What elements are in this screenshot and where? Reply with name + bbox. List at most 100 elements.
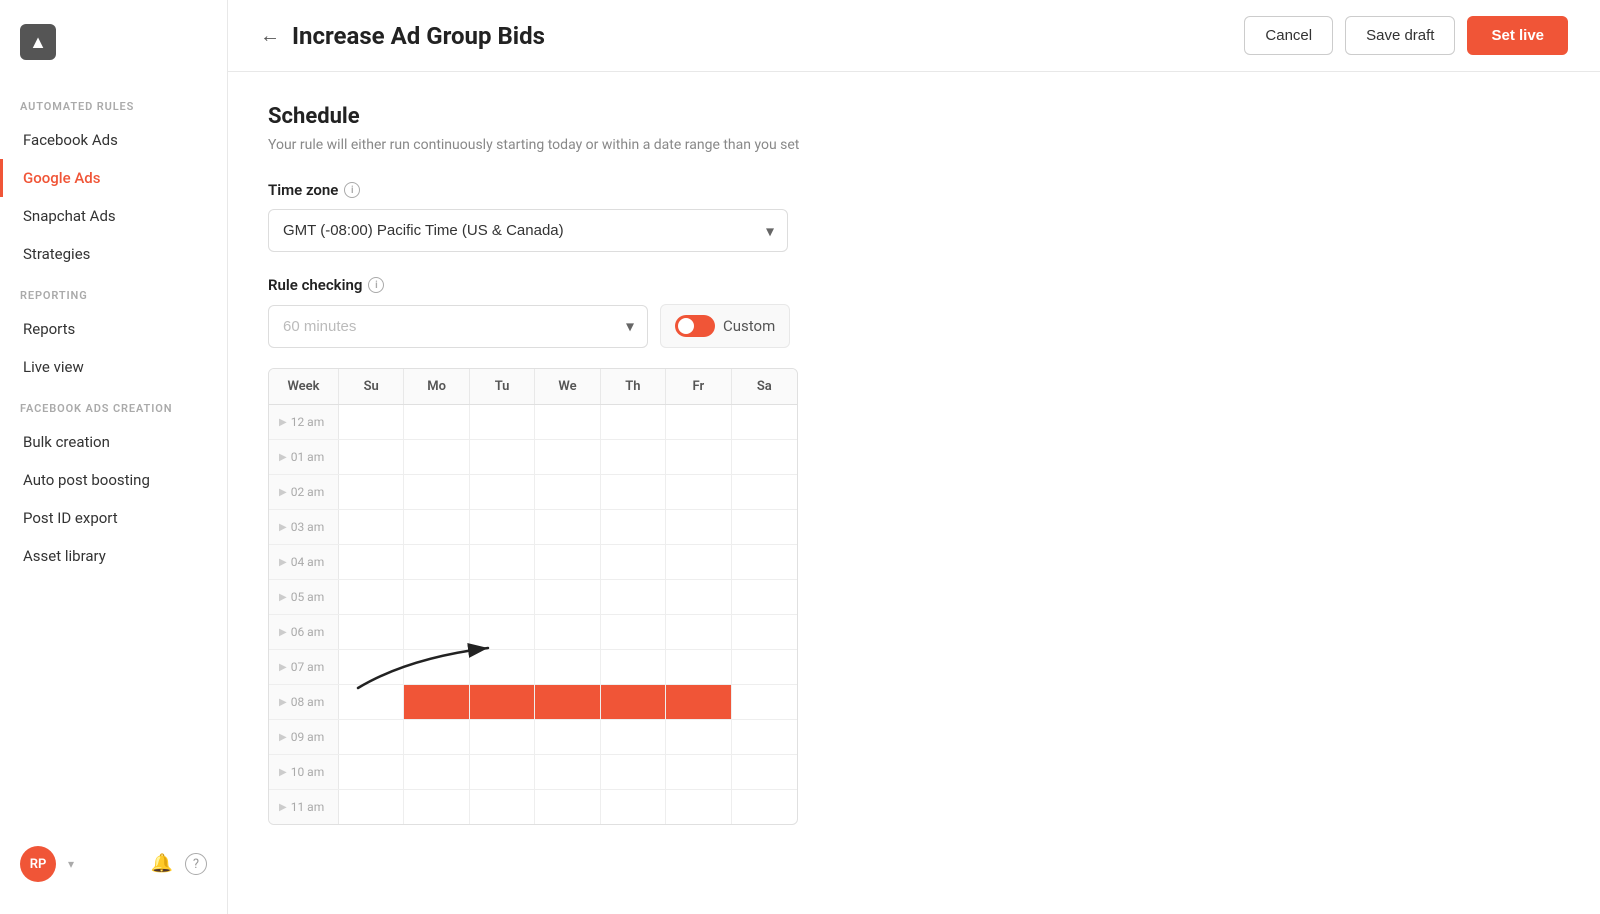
cell-01am-mo[interactable] (404, 440, 469, 474)
cell-09am-tu[interactable] (470, 720, 535, 754)
sidebar-item-asset-library[interactable]: Asset library (0, 537, 227, 575)
cell-07am-sa[interactable] (732, 650, 797, 684)
cell-03am-fr[interactable] (666, 510, 731, 544)
cell-11am-mo[interactable] (404, 790, 469, 824)
cell-04am-th[interactable] (601, 545, 666, 579)
cell-09am-fr[interactable] (666, 720, 731, 754)
cell-04am-tu[interactable] (470, 545, 535, 579)
cell-03am-sa[interactable] (732, 510, 797, 544)
avatar[interactable]: RP (20, 846, 56, 882)
cell-12am-sa[interactable] (732, 405, 797, 439)
cell-02am-sa[interactable] (732, 475, 797, 509)
cell-05am-sa[interactable] (732, 580, 797, 614)
cell-03am-tu[interactable] (470, 510, 535, 544)
cell-08am-su[interactable] (339, 685, 404, 719)
cell-11am-sa[interactable] (732, 790, 797, 824)
cell-02am-su[interactable] (339, 475, 404, 509)
cell-11am-su[interactable] (339, 790, 404, 824)
custom-toggle[interactable] (675, 315, 715, 337)
cell-04am-su[interactable] (339, 545, 404, 579)
cell-12am-mo[interactable] (404, 405, 469, 439)
cell-05am-fr[interactable] (666, 580, 731, 614)
cell-08am-tu[interactable] (470, 685, 535, 719)
cell-03am-we[interactable] (535, 510, 600, 544)
cell-05am-th[interactable] (601, 580, 666, 614)
cell-08am-mo[interactable] (404, 685, 469, 719)
cell-02am-th[interactable] (601, 475, 666, 509)
rule-checking-info-icon[interactable]: i (368, 277, 384, 293)
cell-09am-mo[interactable] (404, 720, 469, 754)
cell-12am-th[interactable] (601, 405, 666, 439)
cell-08am-we[interactable] (535, 685, 600, 719)
cell-06am-tu[interactable] (470, 615, 535, 649)
cell-11am-fr[interactable] (666, 790, 731, 824)
cell-08am-fr[interactable] (666, 685, 731, 719)
cell-09am-sa[interactable] (732, 720, 797, 754)
cell-06am-we[interactable] (535, 615, 600, 649)
cell-08am-th[interactable] (601, 685, 666, 719)
sidebar-item-snapchat-ads[interactable]: Snapchat Ads (0, 197, 227, 235)
cell-06am-th[interactable] (601, 615, 666, 649)
cell-09am-th[interactable] (601, 720, 666, 754)
cell-03am-mo[interactable] (404, 510, 469, 544)
cell-04am-sa[interactable] (732, 545, 797, 579)
cell-06am-mo[interactable] (404, 615, 469, 649)
cell-07am-we[interactable] (535, 650, 600, 684)
cell-02am-tu[interactable] (470, 475, 535, 509)
cell-07am-th[interactable] (601, 650, 666, 684)
sidebar-item-reports[interactable]: Reports (0, 310, 227, 348)
cell-10am-tu[interactable] (470, 755, 535, 789)
sidebar-item-google-ads[interactable]: Google Ads (0, 159, 227, 197)
sidebar-item-facebook-ads[interactable]: Facebook Ads (0, 121, 227, 159)
cell-01am-fr[interactable] (666, 440, 731, 474)
cell-01am-we[interactable] (535, 440, 600, 474)
cell-11am-tu[interactable] (470, 790, 535, 824)
cell-11am-we[interactable] (535, 790, 600, 824)
cell-10am-fr[interactable] (666, 755, 731, 789)
sidebar-item-strategies[interactable]: Strategies (0, 235, 227, 273)
cell-02am-we[interactable] (535, 475, 600, 509)
cell-12am-we[interactable] (535, 405, 600, 439)
cell-08am-sa[interactable] (732, 685, 797, 719)
cell-06am-sa[interactable] (732, 615, 797, 649)
help-icon[interactable]: ? (185, 853, 207, 875)
cell-10am-sa[interactable] (732, 755, 797, 789)
chevron-down-icon[interactable]: ▾ (68, 857, 74, 871)
cell-11am-th[interactable] (601, 790, 666, 824)
cell-07am-su[interactable] (339, 650, 404, 684)
set-live-button[interactable]: Set live (1467, 16, 1568, 55)
cell-09am-su[interactable] (339, 720, 404, 754)
cell-01am-tu[interactable] (470, 440, 535, 474)
cell-02am-fr[interactable] (666, 475, 731, 509)
bell-icon[interactable]: 🔔 (151, 853, 173, 875)
cell-10am-su[interactable] (339, 755, 404, 789)
cell-10am-we[interactable] (535, 755, 600, 789)
cell-06am-fr[interactable] (666, 615, 731, 649)
cell-05am-tu[interactable] (470, 580, 535, 614)
cell-07am-fr[interactable] (666, 650, 731, 684)
cell-06am-su[interactable] (339, 615, 404, 649)
cell-03am-th[interactable] (601, 510, 666, 544)
cell-04am-we[interactable] (535, 545, 600, 579)
cell-12am-tu[interactable] (470, 405, 535, 439)
cell-09am-we[interactable] (535, 720, 600, 754)
save-draft-button[interactable]: Save draft (1345, 16, 1455, 55)
cell-04am-mo[interactable] (404, 545, 469, 579)
cell-05am-we[interactable] (535, 580, 600, 614)
cell-03am-su[interactable] (339, 510, 404, 544)
cell-05am-mo[interactable] (404, 580, 469, 614)
sidebar-item-live-view[interactable]: Live view (0, 348, 227, 386)
timezone-info-icon[interactable]: i (344, 182, 360, 198)
cell-05am-su[interactable] (339, 580, 404, 614)
cell-07am-mo[interactable] (404, 650, 469, 684)
cell-01am-sa[interactable] (732, 440, 797, 474)
sidebar-item-auto-post-boosting[interactable]: Auto post boosting (0, 461, 227, 499)
cell-04am-fr[interactable] (666, 545, 731, 579)
cell-01am-su[interactable] (339, 440, 404, 474)
sidebar-item-bulk-creation[interactable]: Bulk creation (0, 423, 227, 461)
cancel-button[interactable]: Cancel (1244, 16, 1333, 55)
back-button[interactable]: ← (260, 23, 280, 48)
cell-12am-fr[interactable] (666, 405, 731, 439)
cell-01am-th[interactable] (601, 440, 666, 474)
cell-12am-su[interactable] (339, 405, 404, 439)
